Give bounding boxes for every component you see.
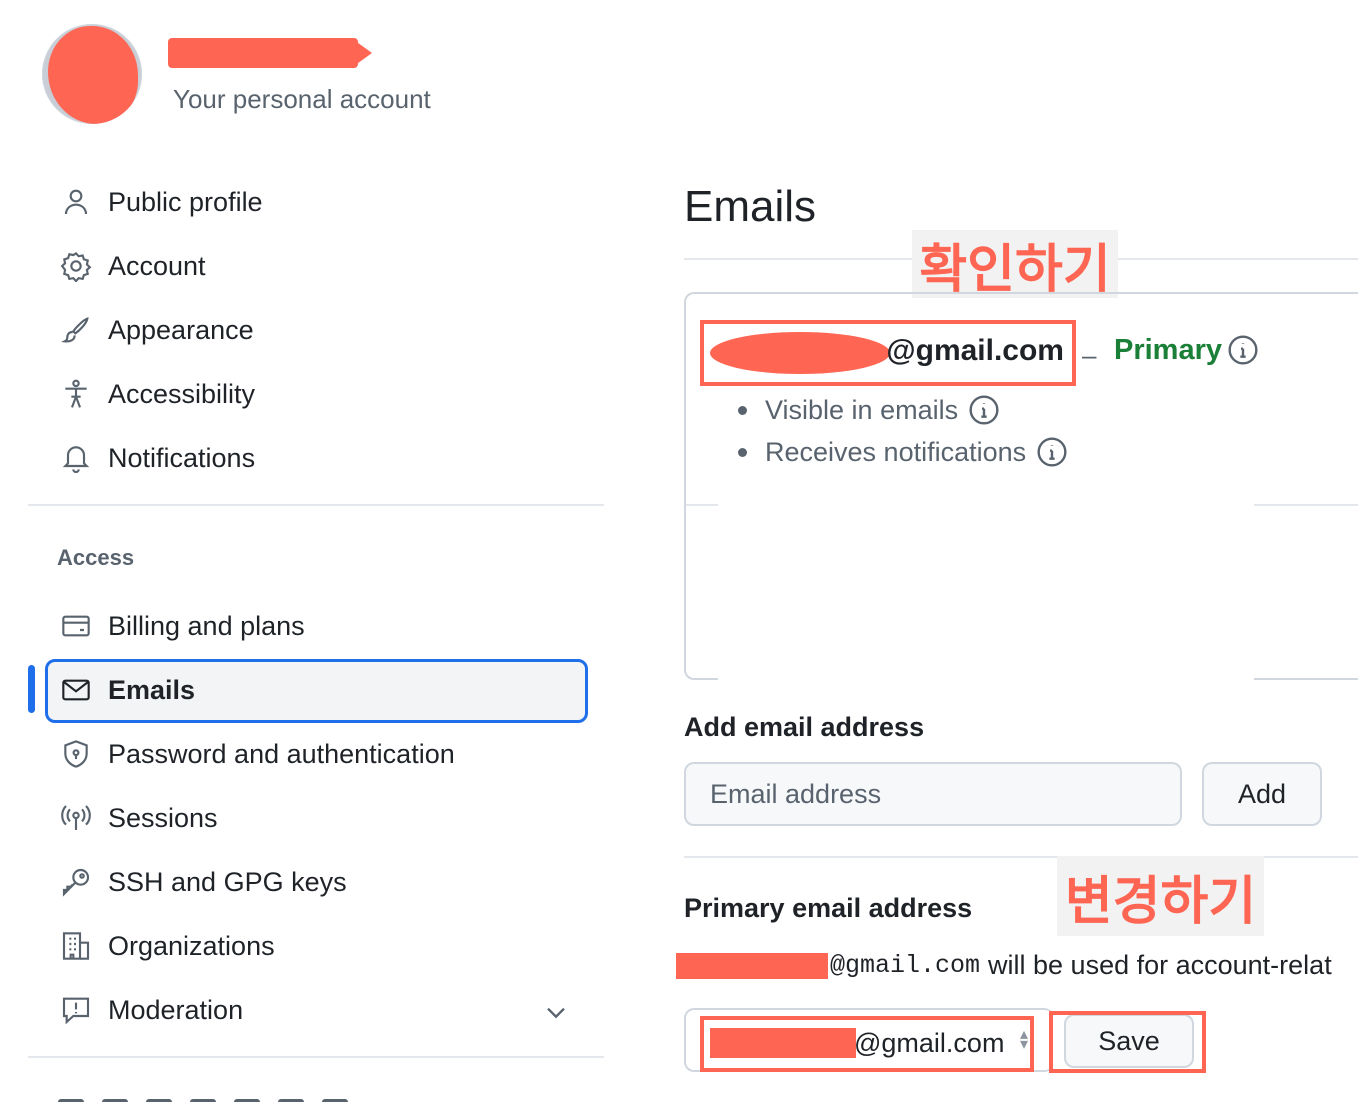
sidebar-item-label: Account <box>108 250 206 281</box>
sidebar-item-emails[interactable]: Emails <box>58 664 588 716</box>
chevron-down-icon[interactable] <box>540 996 572 1028</box>
paintbrush-icon <box>58 312 94 348</box>
email-separator: – <box>1082 340 1097 370</box>
sidebar-item-label: Appearance <box>108 314 254 345</box>
redacted-email-user <box>710 1028 856 1058</box>
sidebar-item-label: Organizations <box>108 930 275 961</box>
sidebar-item-label: Notifications <box>108 442 256 473</box>
annotation-change: 변경하기 <box>1057 856 1264 936</box>
sidebar-item-public-profile[interactable]: Public profile <box>58 176 588 228</box>
email-address-input[interactable] <box>684 762 1182 826</box>
primary-email-description: @gmail.com will be used for account-rela… <box>676 950 1332 981</box>
broadcast-icon <box>58 800 94 836</box>
sidebar-item-notifications[interactable]: Notifications <box>58 432 588 484</box>
annotation-check: 확인하기 <box>912 230 1118 300</box>
page-title: Emails <box>684 182 817 231</box>
key-icon <box>58 864 94 900</box>
sidebar-item-label: Accessibility <box>108 378 256 409</box>
credit-card-icon <box>58 608 94 644</box>
email-box-blank <box>718 500 1254 680</box>
gear-icon <box>58 248 94 284</box>
redacted-email-user <box>676 952 828 979</box>
save-button-highlight <box>1049 1011 1206 1073</box>
info-icon[interactable] <box>1227 334 1259 366</box>
sidebar-item-label: Public profile <box>108 186 263 217</box>
info-icon[interactable] <box>968 394 1000 426</box>
primary-email-heading: Primary email address <box>684 893 973 923</box>
redacted-email-user <box>710 332 890 374</box>
add-email-button[interactable]: Add <box>1202 762 1322 826</box>
sidebar-item-billing[interactable]: Billing and plans <box>58 600 588 652</box>
sidebar-item-moderation[interactable]: Moderation <box>58 984 588 1036</box>
redacted-username <box>168 38 372 68</box>
sidebar-item-appearance[interactable]: Appearance <box>58 304 588 356</box>
attribute-label: Receives notifications <box>765 436 1027 467</box>
sidebar-divider <box>28 1056 604 1058</box>
description-text: will be used for account-relat <box>988 950 1332 980</box>
primary-email-highlight: @gmail.com <box>700 320 1076 386</box>
primary-badge: Primary <box>1114 334 1223 366</box>
sidebar-item-ssh-gpg[interactable]: SSH and GPG keys <box>58 856 588 908</box>
accessibility-icon <box>58 376 94 412</box>
account-subtitle: Your personal account <box>173 84 431 114</box>
sidebar-item-account[interactable]: Account <box>58 240 588 292</box>
sidebar-item-label: Sessions <box>108 802 218 833</box>
sidebar-divider <box>28 504 604 506</box>
primary-email-select-highlight[interactable]: @gmail.com <box>700 1016 1034 1072</box>
sidebar-item-sessions[interactable]: Sessions <box>58 792 588 844</box>
sidebar-item-accessibility[interactable]: Accessibility <box>58 368 588 420</box>
report-icon <box>58 992 94 1028</box>
description-email: @gmail.com <box>830 951 981 980</box>
primary-email-address: @gmail.com <box>886 334 1064 367</box>
sidebar-section-access: Access <box>57 545 135 570</box>
selected-email: @gmail.com <box>854 1028 1005 1058</box>
email-attribute-notifications: Receives notifications <box>738 436 1068 468</box>
sidebar-item-label: Moderation <box>108 994 244 1025</box>
add-email-heading: Add email address <box>684 712 925 742</box>
sidebar-item-password[interactable]: Password and authentication <box>58 728 588 780</box>
info-icon[interactable] <box>1036 436 1068 468</box>
mail-icon <box>58 672 94 708</box>
attribute-label: Visible in emails <box>765 394 959 425</box>
person-icon <box>58 184 94 220</box>
sidebar-next-section-cutoff <box>58 1092 408 1102</box>
active-indicator <box>28 665 35 713</box>
sidebar-item-label: Emails <box>108 674 196 705</box>
shield-lock-icon <box>58 736 94 772</box>
sidebar-item-label: Password and authentication <box>108 738 455 769</box>
sidebar-item-label: Billing and plans <box>108 610 305 641</box>
bell-icon <box>58 440 94 476</box>
sidebar-item-label: SSH and GPG keys <box>108 866 347 897</box>
avatar <box>42 24 142 124</box>
organization-icon <box>58 928 94 964</box>
sidebar-item-organizations[interactable]: Organizations <box>58 920 588 972</box>
email-attribute-visible: Visible in emails <box>738 394 1000 426</box>
select-arrows-icon: ▴ ▾ <box>1020 1026 1029 1053</box>
